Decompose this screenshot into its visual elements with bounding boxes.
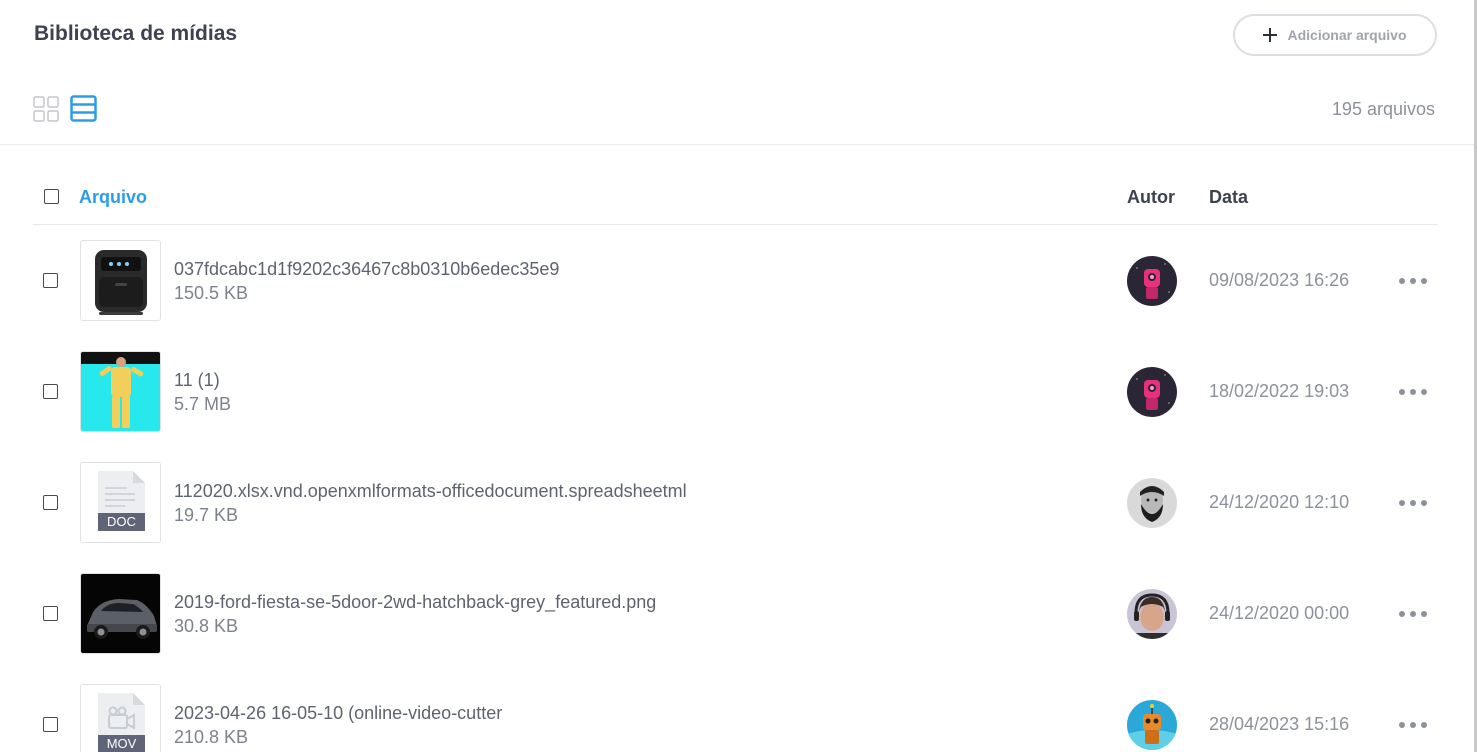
list-view-icon[interactable] [70,95,97,122]
file-size: 30.8 KB [174,616,239,636]
table-row[interactable]: 11 (1) 5.7 MB 18/02/2022 19:03 [33,337,1438,448]
row-checkbox[interactable] [43,273,58,288]
mov-file-thumbnail[interactable]: MOV [80,684,161,752]
more-options-icon[interactable] [1399,714,1427,736]
bearded-man-avatar [1127,478,1177,528]
air-fryer-thumbnail[interactable] [80,240,161,321]
orange-robot-avatar [1127,700,1177,750]
doc-badge-label: DOC [107,514,136,529]
table-row[interactable]: 2019-ford-fiesta-se-5door-2wd-hatchback-… [33,559,1438,670]
table-row[interactable]: MOV 2023-04-26 16-05-10 (online-video-cu… [33,670,1438,752]
robot-avatar [1127,256,1177,306]
file-size: 150.5 KB [174,283,249,303]
file-size: 5.7 MB [174,394,232,414]
column-file-header[interactable]: Arquivo [79,187,147,208]
file-name[interactable]: 112020.xlsx.vnd.openxmlformats-officedoc… [174,481,687,502]
mov-badge-label: MOV [106,736,137,751]
grey-car-thumbnail[interactable] [80,573,161,654]
more-options-icon[interactable] [1399,381,1427,403]
library-header: Biblioteca de mídias Adicionar arquivo 1… [0,0,1474,145]
more-options-icon[interactable] [1399,270,1427,292]
add-file-label: Adicionar arquivo [1287,27,1407,43]
file-date: 24/12/2020 12:10 [1209,492,1350,512]
plus-icon [1263,28,1278,42]
file-name[interactable]: 2019-ford-fiesta-se-5door-2wd-hatchback-… [174,592,656,613]
table-row[interactable]: DOC 112020.xlsx.vnd.openxmlformats-offic… [33,448,1438,559]
file-date: 28/04/2023 15:16 [1209,714,1350,734]
row-checkbox[interactable] [43,606,58,621]
file-size: 210.8 KB [174,727,249,747]
select-all-checkbox[interactable] [44,189,59,204]
more-options-icon[interactable] [1399,492,1427,514]
file-size: 19.7 KB [174,505,239,525]
doc-file-thumbnail[interactable]: DOC [80,462,161,543]
file-name[interactable]: 2023-04-26 16-05-10 (online-video-cutter [174,703,502,724]
media-table: Arquivo Autor Data 037fdcabc1d1f9202c364… [33,170,1438,752]
column-author-header: Autor [1127,187,1175,207]
robot-avatar [1127,367,1177,417]
file-date: 09/08/2023 16:26 [1209,270,1350,290]
headset-man-avatar [1127,589,1177,639]
file-date: 18/02/2022 19:03 [1209,381,1350,401]
file-name[interactable]: 11 (1) [174,370,220,391]
row-checkbox[interactable] [43,495,58,510]
page-title: Biblioteca de mídias [34,22,238,45]
table-row[interactable]: 037fdcabc1d1f9202c36467c8b0310b6edec35e9… [33,226,1438,337]
more-options-icon[interactable] [1399,603,1427,625]
file-name[interactable]: 037fdcabc1d1f9202c36467c8b0310b6edec35e9 [174,259,559,280]
file-date: 24/12/2020 00:00 [1209,603,1350,623]
add-file-button[interactable]: Adicionar arquivo [1233,14,1437,56]
column-date-header: Data [1209,187,1249,207]
row-checkbox[interactable] [43,384,58,399]
person-yellow-suit-thumbnail[interactable] [80,351,161,432]
file-count: 195 arquivos [1331,99,1435,119]
row-checkbox[interactable] [43,717,58,732]
table-header: Arquivo Autor Data [33,170,1438,225]
grid-view-icon[interactable] [33,96,59,122]
